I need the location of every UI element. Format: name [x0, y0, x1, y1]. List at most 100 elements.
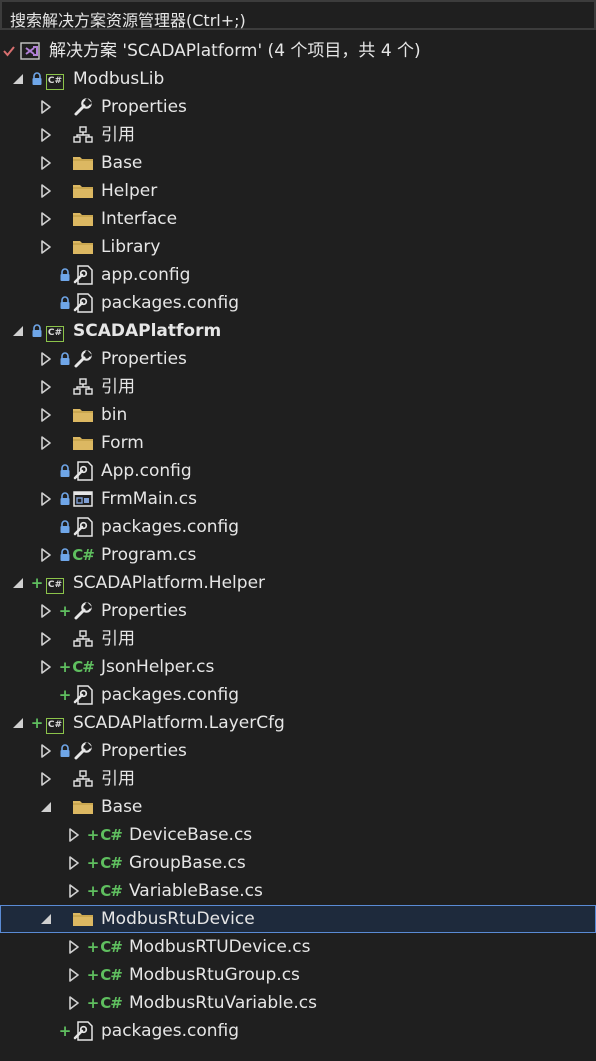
expanded-arrow-icon[interactable]: [39, 905, 53, 933]
wrench-icon: [72, 597, 94, 625]
plus-icon: +: [86, 826, 100, 844]
tree-item-label: App.config: [101, 461, 192, 481]
tree-item-label: Base: [101, 153, 143, 173]
collapsed-arrow-icon[interactable]: [39, 737, 53, 765]
tree-item[interactable]: 引用: [0, 765, 596, 793]
tree-item-label: Form: [101, 433, 144, 453]
tree-item-label: packages.config: [101, 293, 240, 313]
tree-item-label: Properties: [101, 601, 187, 621]
tree-item[interactable]: + C# JsonHelper.cs: [0, 653, 596, 681]
plus-icon: +: [86, 854, 100, 872]
solution-row[interactable]: 解决方案 'SCADAPlatform' (4 个项目，共 4 个): [0, 37, 596, 65]
tree-item[interactable]: 引用: [0, 373, 596, 401]
tree-item-label: GroupBase.cs: [129, 853, 246, 873]
lock-icon: [58, 737, 72, 765]
tree-item[interactable]: + packages.config: [0, 681, 596, 709]
collapsed-arrow-icon[interactable]: [39, 93, 53, 121]
collapsed-arrow-icon[interactable]: [39, 121, 53, 149]
tree-item[interactable]: FrmMain.cs: [0, 485, 596, 513]
collapsed-arrow-icon[interactable]: [39, 597, 53, 625]
collapsed-arrow-icon[interactable]: [39, 429, 53, 457]
references-icon: [72, 373, 94, 401]
collapsed-arrow-icon[interactable]: [67, 849, 81, 877]
expanded-arrow-icon[interactable]: [11, 317, 25, 345]
tree-item[interactable]: packages.config: [0, 289, 596, 317]
collapsed-arrow-icon[interactable]: [39, 401, 53, 429]
tree-item-label: ModbusRTUDevice.cs: [129, 937, 311, 957]
collapsed-arrow-icon[interactable]: [39, 233, 53, 261]
tree-item[interactable]: + packages.config: [0, 1017, 596, 1045]
folder-icon: [72, 205, 94, 233]
collapsed-arrow-icon[interactable]: [67, 877, 81, 905]
tree-item-label: ModbusRtuGroup.cs: [129, 965, 300, 985]
tree-item-label: Interface: [101, 209, 178, 229]
references-icon: [72, 625, 94, 653]
check-icon: [2, 37, 16, 65]
collapsed-arrow-icon[interactable]: [39, 541, 53, 569]
tree-item[interactable]: Properties: [0, 737, 596, 765]
tree-item[interactable]: Base: [0, 149, 596, 177]
tree-item[interactable]: bin: [0, 401, 596, 429]
collapsed-arrow-icon[interactable]: [39, 177, 53, 205]
tree-item-label: SCADAPlatform.LayerCfg: [73, 713, 285, 733]
lock-icon: [58, 513, 72, 541]
collapsed-arrow-icon[interactable]: [67, 961, 81, 989]
tree-item-label: DeviceBase.cs: [129, 825, 253, 845]
tree-item[interactable]: Base: [0, 793, 596, 821]
tree-item-label: ModbusRtuVariable.cs: [129, 993, 317, 1013]
collapsed-arrow-icon[interactable]: [67, 989, 81, 1017]
collapsed-arrow-icon[interactable]: [39, 485, 53, 513]
csharp-project-icon: C#: [44, 65, 66, 93]
csharp-file-icon: C#: [72, 658, 95, 676]
plus-icon: +: [58, 1022, 72, 1040]
tree-item-label: Properties: [101, 97, 187, 117]
tree-item[interactable]: Interface: [0, 205, 596, 233]
search-placeholder: 搜索解决方案资源管理器(Ctrl+;): [10, 11, 246, 30]
collapsed-arrow-icon[interactable]: [39, 149, 53, 177]
project-row[interactable]: C# ModbusLib: [0, 65, 596, 93]
tree-item[interactable]: 引用: [0, 625, 596, 653]
tree-item[interactable]: + C# ModbusRTUDevice.cs: [0, 933, 596, 961]
csharp-file-icon: C#: [100, 994, 123, 1012]
expanded-arrow-icon[interactable]: [11, 709, 25, 737]
project-row[interactable]: + C# SCADAPlatform.Helper: [0, 569, 596, 597]
tree-item[interactable]: app.config: [0, 261, 596, 289]
plus-icon: +: [30, 574, 44, 592]
lock-icon: [58, 289, 72, 317]
collapsed-arrow-icon[interactable]: [39, 765, 53, 793]
plus-icon: +: [86, 966, 100, 984]
tree-item[interactable]: + C# ModbusRtuVariable.cs: [0, 989, 596, 1017]
tree-item[interactable]: ModbusRtuDevice: [0, 905, 596, 933]
collapsed-arrow-icon[interactable]: [67, 821, 81, 849]
collapsed-arrow-icon[interactable]: [39, 345, 53, 373]
collapsed-arrow-icon[interactable]: [67, 933, 81, 961]
tree-item[interactable]: Form: [0, 429, 596, 457]
tree-item[interactable]: C# Program.cs: [0, 541, 596, 569]
expanded-arrow-icon[interactable]: [39, 793, 53, 821]
tree-item[interactable]: Library: [0, 233, 596, 261]
collapsed-arrow-icon[interactable]: [39, 625, 53, 653]
tree-item-label: 引用: [101, 629, 135, 649]
tree-item[interactable]: + C# VariableBase.cs: [0, 877, 596, 905]
search-box[interactable]: 搜索解决方案资源管理器(Ctrl+;): [0, 0, 596, 30]
collapsed-arrow-icon[interactable]: [39, 205, 53, 233]
expanded-arrow-icon[interactable]: [11, 569, 25, 597]
tree-item[interactable]: + C# GroupBase.cs: [0, 849, 596, 877]
tree-item[interactable]: App.config: [0, 457, 596, 485]
tree-item[interactable]: Properties: [0, 93, 596, 121]
lock-icon: [30, 317, 44, 345]
config-file-icon: [72, 681, 94, 709]
tree-item[interactable]: + C# DeviceBase.cs: [0, 821, 596, 849]
tree-item[interactable]: Helper: [0, 177, 596, 205]
collapsed-arrow-icon[interactable]: [39, 373, 53, 401]
expanded-arrow-icon[interactable]: [11, 65, 25, 93]
tree-item[interactable]: + C# ModbusRtuGroup.cs: [0, 961, 596, 989]
tree-item[interactable]: 引用: [0, 121, 596, 149]
project-row[interactable]: C# SCADAPlatform: [0, 317, 596, 345]
tree-item[interactable]: + Properties: [0, 597, 596, 625]
collapsed-arrow-icon[interactable]: [39, 653, 53, 681]
tree-item[interactable]: Properties: [0, 345, 596, 373]
project-row[interactable]: + C# SCADAPlatform.LayerCfg: [0, 709, 596, 737]
tree-item[interactable]: packages.config: [0, 513, 596, 541]
tree-item-label: Program.cs: [101, 545, 197, 565]
